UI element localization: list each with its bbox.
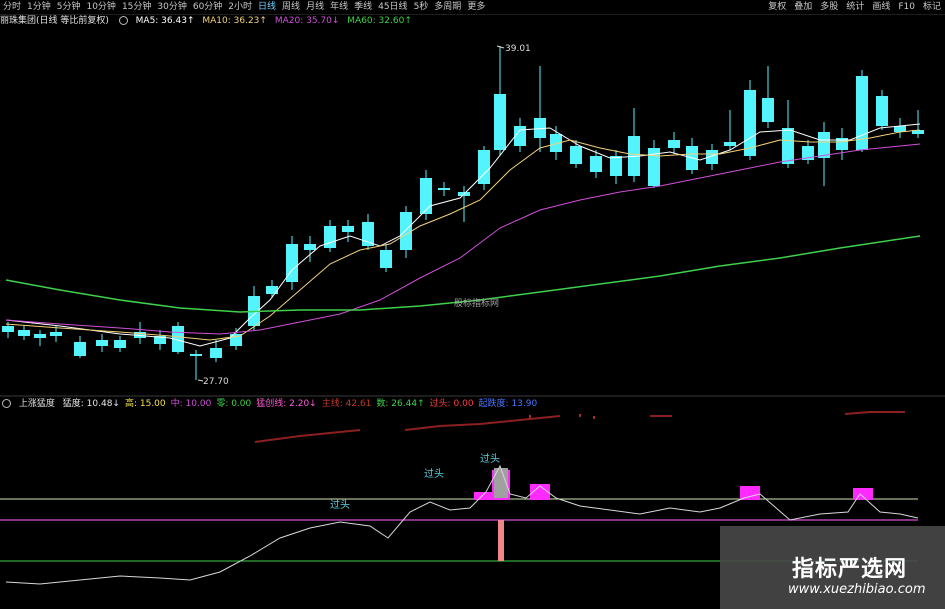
- candle-body: [590, 156, 602, 172]
- candle-body: [96, 340, 108, 346]
- candle-body: [400, 212, 412, 250]
- indicator-bar: [498, 520, 504, 561]
- candle-body: [304, 244, 316, 250]
- candle-body: [380, 250, 392, 268]
- candle-body: [668, 140, 680, 148]
- indicator-label: 过头: [330, 498, 350, 511]
- candle-body: [324, 226, 336, 248]
- watermark-url: www.xuezhibiao.com: [788, 582, 926, 597]
- candle-body: [34, 334, 46, 338]
- candle-body: [2, 326, 14, 332]
- trend-segment: [844, 411, 905, 415]
- candle-body: [876, 96, 888, 126]
- candle-body: [438, 188, 450, 190]
- candle-body: [724, 142, 736, 146]
- candle-body: [342, 226, 354, 232]
- indicator-bar: [853, 488, 873, 500]
- trend-marker: [579, 414, 581, 417]
- watermark-title: 指标严选网: [792, 557, 908, 582]
- candle-body: [50, 332, 62, 336]
- candle-body: [570, 146, 582, 164]
- candle-body: [610, 156, 622, 176]
- trend-marker: [593, 416, 595, 419]
- trend-segment: [404, 415, 561, 431]
- candle-body: [266, 286, 278, 294]
- candle-body: [74, 342, 86, 356]
- candle-body: [18, 330, 30, 336]
- candle-body: [782, 128, 794, 164]
- candle-body: [420, 178, 432, 214]
- trend-segment: [254, 429, 361, 443]
- low-price-label: 27.70: [203, 377, 229, 387]
- indicator-label: 过头: [424, 467, 444, 480]
- high-price-label: 39.01: [505, 44, 531, 54]
- indicator-label: 过头: [480, 452, 500, 465]
- center-watermark-text: 股标指标网: [454, 297, 499, 309]
- trend-marker: [529, 415, 531, 418]
- price-chart[interactable]: 39.01 27.70 股标指标网 过头 过头 过头: [0, 0, 945, 609]
- candle-body: [190, 354, 202, 356]
- candle-body: [762, 98, 774, 122]
- candle-body: [114, 340, 126, 348]
- candle-body: [818, 132, 830, 158]
- candle-body: [744, 90, 756, 156]
- candle-body: [210, 348, 222, 358]
- candle-body: [494, 94, 506, 150]
